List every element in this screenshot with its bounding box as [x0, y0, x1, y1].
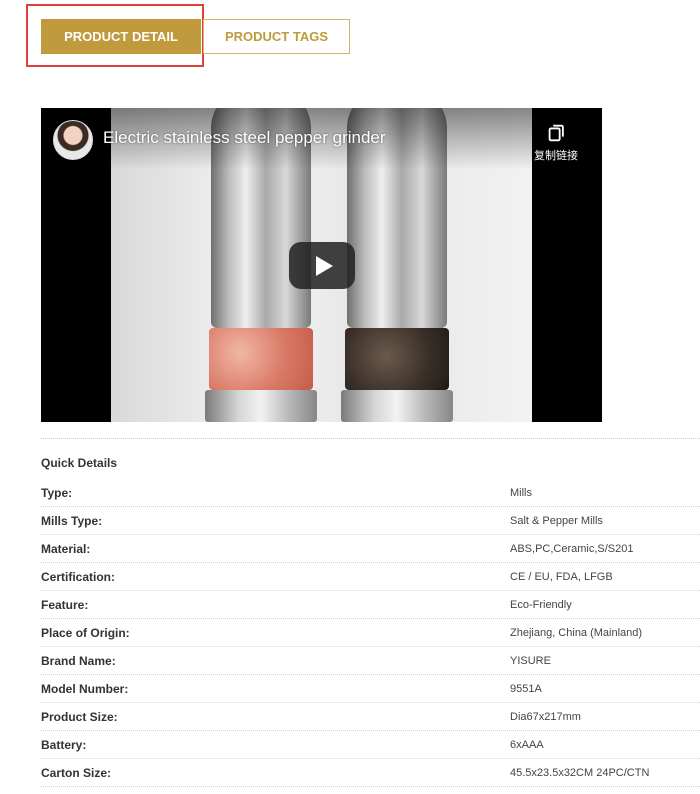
- channel-avatar[interactable]: [53, 120, 93, 160]
- detail-value: Zhejiang, China (Mainland): [510, 627, 643, 639]
- detail-value: 45.5x23.5x32CM 24PC/CTN: [510, 767, 650, 779]
- detail-label: Product Size:: [41, 710, 118, 724]
- tab-product-detail-label: PRODUCT DETAIL: [64, 29, 178, 44]
- quick-details-heading: Quick Details: [41, 456, 118, 470]
- detail-value: 6xAAA: [510, 739, 544, 751]
- detail-value: Eco-Friendly: [510, 599, 572, 611]
- detail-row-material: Material: ABS,PC,Ceramic,S/S201: [41, 535, 700, 563]
- play-button[interactable]: [289, 242, 355, 289]
- detail-row-mills-type: Mills Type: Salt & Pepper Mills: [41, 507, 700, 535]
- detail-row-model-number: Model Number: 9551A: [41, 675, 700, 703]
- detail-row-feature: Feature: Eco-Friendly: [41, 591, 700, 619]
- detail-label: Material:: [41, 542, 91, 556]
- detail-label: Certification:: [41, 570, 116, 584]
- copy-link-button[interactable]: 复制链接: [521, 122, 591, 163]
- detail-label: Battery:: [41, 738, 87, 752]
- video-title[interactable]: Electric stainless steel pepper grinder: [103, 128, 386, 148]
- detail-row-place-of-origin: Place of Origin: Zhejiang, China (Mainla…: [41, 619, 700, 647]
- detail-label: Feature:: [41, 598, 89, 612]
- tab-product-detail[interactable]: PRODUCT DETAIL: [41, 19, 201, 54]
- detail-value: Dia67x217mm: [510, 711, 581, 723]
- detail-row-carton-size: Carton Size: 45.5x23.5x32CM 24PC/CTN: [41, 759, 700, 787]
- detail-value: Salt & Pepper Mills: [510, 515, 603, 527]
- tab-product-tags[interactable]: PRODUCT TAGS: [203, 19, 350, 54]
- detail-value: 9551A: [510, 683, 542, 695]
- detail-label: Model Number:: [41, 682, 129, 696]
- play-icon: [315, 255, 333, 276]
- detail-row-certification: Certification: CE / EU, FDA, LFGB: [41, 563, 700, 591]
- detail-label: Type:: [41, 486, 73, 500]
- copy-icon: [548, 124, 564, 142]
- detail-label: Brand Name:: [41, 654, 116, 668]
- detail-label: Place of Origin:: [41, 626, 130, 640]
- detail-value: CE / EU, FDA, LFGB: [510, 571, 613, 583]
- detail-row-battery: Battery: 6xAAA: [41, 731, 700, 759]
- detail-value: ABS,PC,Ceramic,S/S201: [510, 543, 634, 555]
- video-player[interactable]: Electric stainless steel pepper grinder …: [41, 108, 602, 422]
- copy-link-label: 复制链接: [534, 150, 578, 162]
- detail-row-product-size: Product Size: Dia67x217mm: [41, 703, 700, 731]
- detail-row-type: Type: Mills: [41, 479, 700, 507]
- detail-value: Mills: [510, 487, 532, 499]
- detail-value: YISURE: [510, 655, 551, 667]
- detail-row-brand-name: Brand Name: YISURE: [41, 647, 700, 675]
- detail-label: Carton Size:: [41, 766, 112, 780]
- detail-label: Mills Type:: [41, 514, 103, 528]
- section-divider: [41, 438, 700, 439]
- tab-product-tags-label: PRODUCT TAGS: [224, 29, 329, 44]
